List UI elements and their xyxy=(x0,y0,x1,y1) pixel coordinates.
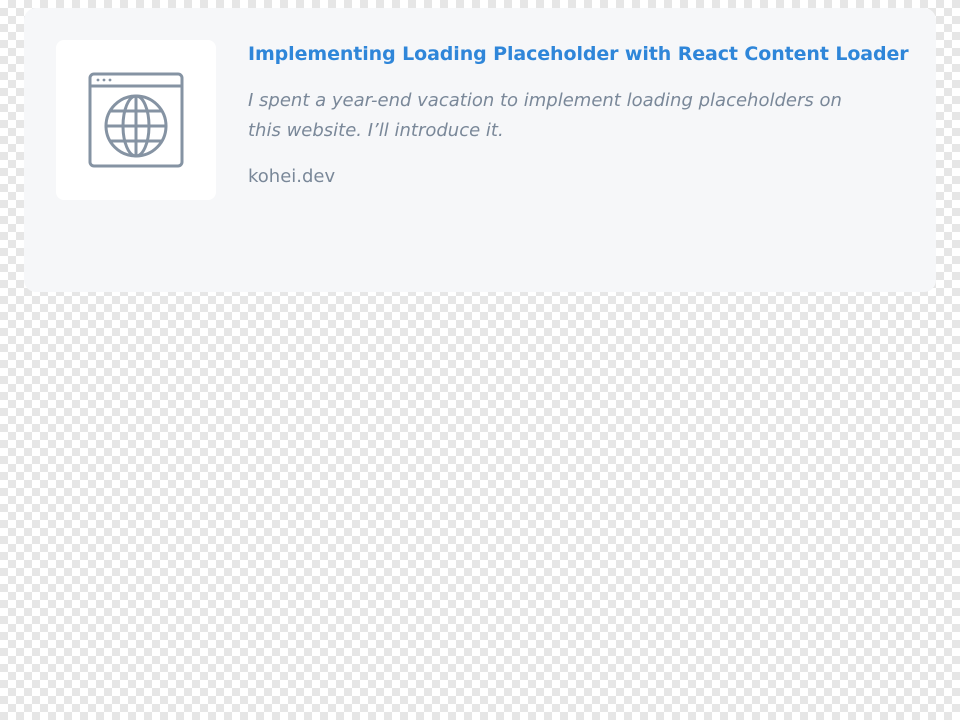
link-description: I spent a year-end vacation to implement… xyxy=(248,90,842,141)
globe-browser-icon xyxy=(88,72,184,168)
link-content: Implementing Loading Placeholder with Re… xyxy=(248,40,909,190)
link-thumbnail xyxy=(56,40,216,200)
link-title[interactable]: Implementing Loading Placeholder with Re… xyxy=(248,40,909,68)
link-preview-card[interactable]: Implementing Loading Placeholder with Re… xyxy=(24,8,936,292)
link-domain: kohei.dev xyxy=(248,166,336,187)
